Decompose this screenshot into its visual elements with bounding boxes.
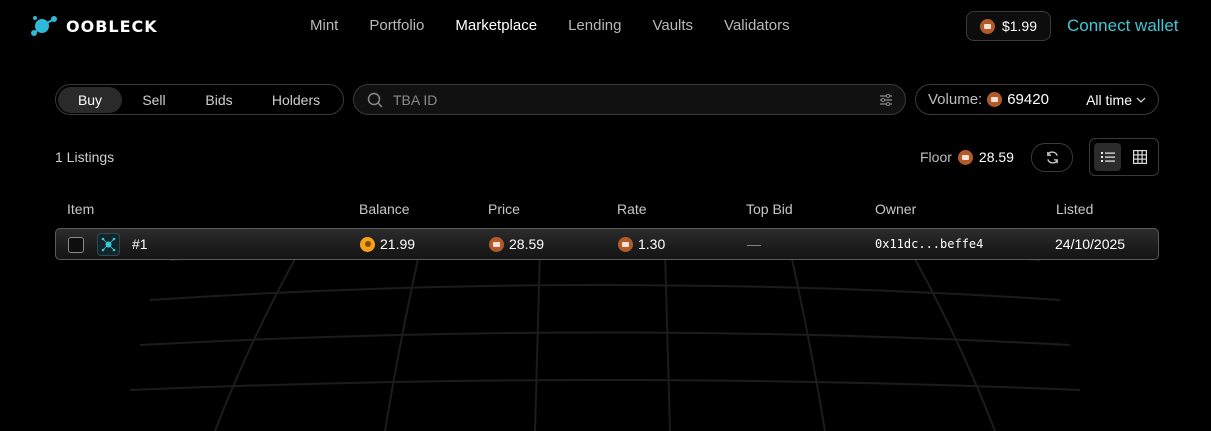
- tba-avatar-icon: [101, 237, 116, 252]
- rate-cell: 1.30: [618, 236, 665, 252]
- view-toggle: [1089, 138, 1159, 176]
- tab-bids[interactable]: Bids: [186, 87, 252, 113]
- table-row[interactable]: #1 21.99 28.59 1.30 — 0x11dc...beffe4 24…: [55, 228, 1159, 260]
- volume-value: 69420: [1007, 91, 1049, 108]
- logo[interactable]: OOBLECK: [30, 13, 158, 39]
- price-value: 28.59: [509, 236, 545, 252]
- nav-validators[interactable]: Validators: [724, 17, 790, 34]
- balance-cell: 21.99: [360, 236, 415, 252]
- listings-count: 1 Listings: [55, 149, 115, 165]
- column-top-bid: Top Bid: [746, 201, 793, 217]
- floor-price: Floor 28.59: [920, 149, 1014, 165]
- coin-icon: [979, 18, 995, 34]
- column-price: Price: [488, 201, 520, 217]
- coin-icon: [618, 236, 633, 252]
- column-item: Item: [67, 201, 95, 217]
- nav-portfolio[interactable]: Portfolio: [369, 17, 424, 34]
- coin-icon: [987, 92, 1003, 107]
- search-icon: [367, 92, 383, 108]
- filter-icon[interactable]: [879, 93, 893, 107]
- price-cell: 28.59: [489, 236, 544, 252]
- volume-label: Volume:: [928, 91, 983, 108]
- volume-box: Volume: 69420 All time: [915, 84, 1159, 115]
- coin-icon: [489, 236, 504, 252]
- tab-holders[interactable]: Holders: [252, 87, 340, 113]
- chevron-down-icon: [1136, 97, 1146, 103]
- grid-view-button[interactable]: [1126, 143, 1153, 171]
- rate-value: 1.30: [638, 236, 666, 252]
- row-checkbox[interactable]: [68, 237, 84, 253]
- nav-vaults[interactable]: Vaults: [652, 17, 693, 34]
- refresh-icon: [1046, 151, 1058, 164]
- main-nav: Mint Portfolio Marketplace Lending Vault…: [310, 17, 821, 34]
- list-view-icon: [1100, 152, 1115, 162]
- column-balance: Balance: [359, 201, 410, 217]
- search-bar: [353, 84, 906, 115]
- table-header: Item Balance Price Rate Top Bid Owner Li…: [55, 201, 1159, 221]
- tab-buy[interactable]: Buy: [58, 86, 122, 113]
- nav-marketplace[interactable]: Marketplace: [455, 17, 537, 34]
- connect-wallet-button[interactable]: Connect wallet: [1067, 16, 1179, 36]
- logo-text: OOBLECK: [66, 16, 158, 36]
- balance-value: 21.99: [380, 236, 416, 252]
- token-price: $1.99: [1001, 18, 1038, 34]
- nav-lending[interactable]: Lending: [568, 17, 621, 34]
- market-tabs: Buy Sell Bids Holders: [55, 84, 344, 115]
- column-listed: Listed: [1056, 201, 1094, 217]
- listed-date: 24/10/2025: [1055, 236, 1126, 252]
- top-header: OOBLECK Mint Portfolio Marketplace Lendi…: [0, 0, 1211, 52]
- item-thumbnail: [97, 233, 120, 256]
- floor-value: 28.59: [978, 149, 1014, 165]
- coin-icon: [360, 236, 375, 252]
- item-id: #1: [132, 236, 148, 252]
- logo-icon: [31, 16, 57, 36]
- background-grid: [129, 250, 1081, 431]
- coin-icon: [957, 149, 973, 165]
- period-label: All time: [1086, 92, 1132, 108]
- column-rate: Rate: [617, 201, 647, 217]
- search-input[interactable]: [393, 91, 863, 108]
- refresh-button[interactable]: [1031, 143, 1073, 172]
- token-price-pill[interactable]: $1.99: [966, 11, 1051, 41]
- column-owner: Owner: [875, 201, 917, 217]
- period-select[interactable]: All time: [1086, 92, 1146, 108]
- nav-mint[interactable]: Mint: [310, 17, 338, 34]
- owner-address[interactable]: 0x11dc...beffe4: [875, 237, 983, 251]
- tab-sell[interactable]: Sell: [122, 87, 186, 113]
- floor-label: Floor: [920, 149, 952, 165]
- top-bid-value: —: [747, 236, 761, 252]
- grid-view-icon: [1132, 150, 1147, 164]
- list-view-button[interactable]: [1094, 143, 1121, 171]
